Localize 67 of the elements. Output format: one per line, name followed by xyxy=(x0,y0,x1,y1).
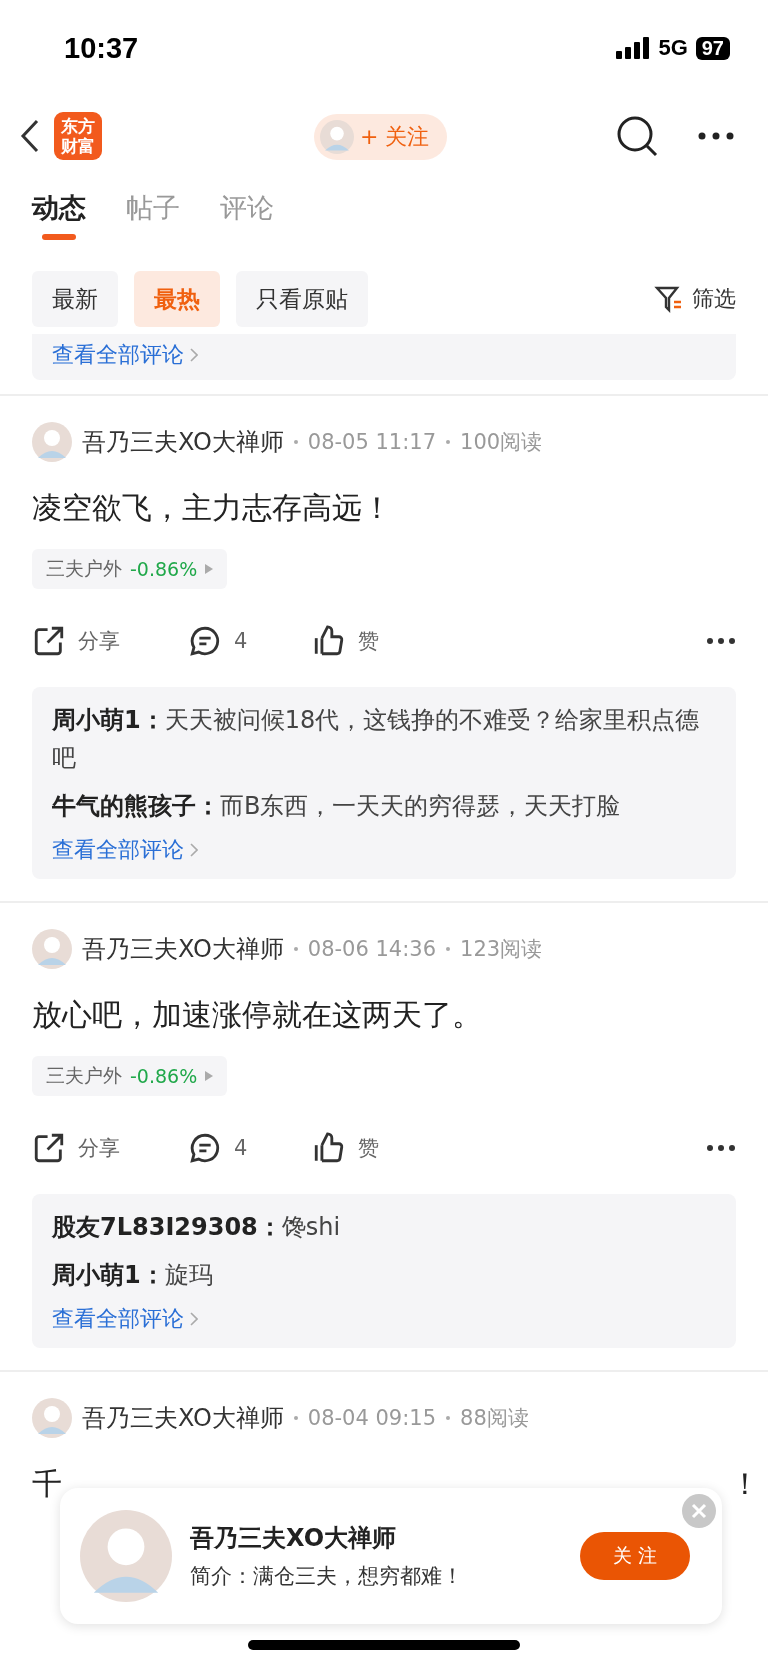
avatar-icon xyxy=(80,1510,172,1602)
comment-button[interactable]: 4 xyxy=(188,624,312,658)
post-text: 千 xyxy=(32,1465,62,1503)
read-count: 123阅读 xyxy=(460,936,543,963)
play-icon xyxy=(205,1071,214,1081)
read-count: 88阅读 xyxy=(460,1405,529,1432)
stock-name: 三夫户外 xyxy=(46,556,122,581)
like-button[interactable]: 赞 xyxy=(312,624,432,658)
avatar-icon xyxy=(32,422,72,462)
share-icon xyxy=(32,624,66,658)
filter-button[interactable]: 筛选 xyxy=(654,284,736,314)
author-name[interactable]: 吾乃三夫XO大禅师 xyxy=(82,1402,284,1434)
back-icon[interactable] xyxy=(20,119,40,153)
view-all-comments-link[interactable]: 查看全部评论 xyxy=(52,340,198,370)
share-button[interactable]: 分享 xyxy=(32,624,188,658)
comment-text: 周小萌1：天天被问候18代，这钱挣的不难受？给家里积点德吧 xyxy=(52,705,701,774)
post-text: ！ xyxy=(730,1465,760,1503)
tab[interactable]: 动态 xyxy=(32,190,86,246)
more-icon[interactable] xyxy=(706,637,736,645)
more-icon[interactable] xyxy=(698,132,734,140)
close-icon xyxy=(691,1503,707,1519)
filter-chip[interactable]: 最新 xyxy=(32,271,118,327)
post-text: 放心吧，加速涨停就在这两天了。 xyxy=(32,996,483,1034)
post-time: 08-06 14:36 xyxy=(307,937,436,961)
author-name[interactable]: 吾乃三夫XO大禅师 xyxy=(82,426,284,458)
comment-icon xyxy=(188,1131,222,1165)
more-icon[interactable] xyxy=(706,1144,736,1152)
stock-tag[interactable]: 三夫户外 -0.86% xyxy=(32,549,228,589)
stock-tag[interactable]: 三夫户外 -0.86% xyxy=(32,1056,228,1096)
post-text: 凌空欲飞，主力志存高远！ xyxy=(32,489,393,527)
comment-text: 牛气的熊孩子：而B东西，一天天的穷得瑟，天天打脸 xyxy=(52,791,622,822)
follow-button[interactable]: 关 注 xyxy=(580,1532,690,1580)
avatar-icon xyxy=(32,1398,72,1438)
network-label: 5G xyxy=(658,35,688,61)
stock-name: 三夫户外 xyxy=(46,1063,122,1088)
chevron-icon xyxy=(190,843,198,857)
user-name: 吾乃三夫XO大禅师 xyxy=(190,1523,398,1554)
status-time: 10:37 xyxy=(64,31,139,65)
author-name[interactable]: 吾乃三夫XO大禅师 xyxy=(82,933,284,965)
filter-chip[interactable]: 只看原贴 xyxy=(236,271,368,327)
thumbs-up-icon xyxy=(312,624,346,658)
user-intro: 简介：满仓三夫，想穷都难！ xyxy=(190,1563,464,1590)
chevron-icon xyxy=(190,1312,198,1326)
comment-icon xyxy=(188,624,222,658)
comment-button[interactable]: 4 xyxy=(188,1131,312,1165)
avatar-icon xyxy=(320,120,354,154)
avatar-icon xyxy=(32,929,72,969)
post-time: 08-04 09:15 xyxy=(307,1406,436,1430)
search-icon[interactable] xyxy=(616,115,658,157)
like-button[interactable]: 赞 xyxy=(312,1131,432,1165)
share-icon xyxy=(32,1131,66,1165)
signal-icon xyxy=(616,37,651,59)
share-button[interactable]: 分享 xyxy=(32,1131,188,1165)
comment-text: 股友7L83I29308：馋shi xyxy=(52,1212,342,1243)
play-icon xyxy=(205,564,214,574)
thumbs-up-icon xyxy=(312,1131,346,1165)
app-logo: 东方 财富 xyxy=(54,112,102,160)
comment-text: 周小萌1：旋玛 xyxy=(52,1260,214,1291)
post-time: 08-05 11:17 xyxy=(307,430,436,454)
read-count: 100阅读 xyxy=(460,429,543,456)
stock-change: -0.86% xyxy=(130,1065,198,1087)
view-all-comments-link[interactable]: 查看全部评论 xyxy=(52,1304,198,1334)
chevron-icon xyxy=(190,348,198,362)
funnel-icon xyxy=(654,284,684,314)
stock-change: -0.86% xyxy=(130,558,198,580)
battery-level: 97 xyxy=(695,36,730,60)
view-all-comments-link[interactable]: 查看全部评论 xyxy=(52,835,198,865)
